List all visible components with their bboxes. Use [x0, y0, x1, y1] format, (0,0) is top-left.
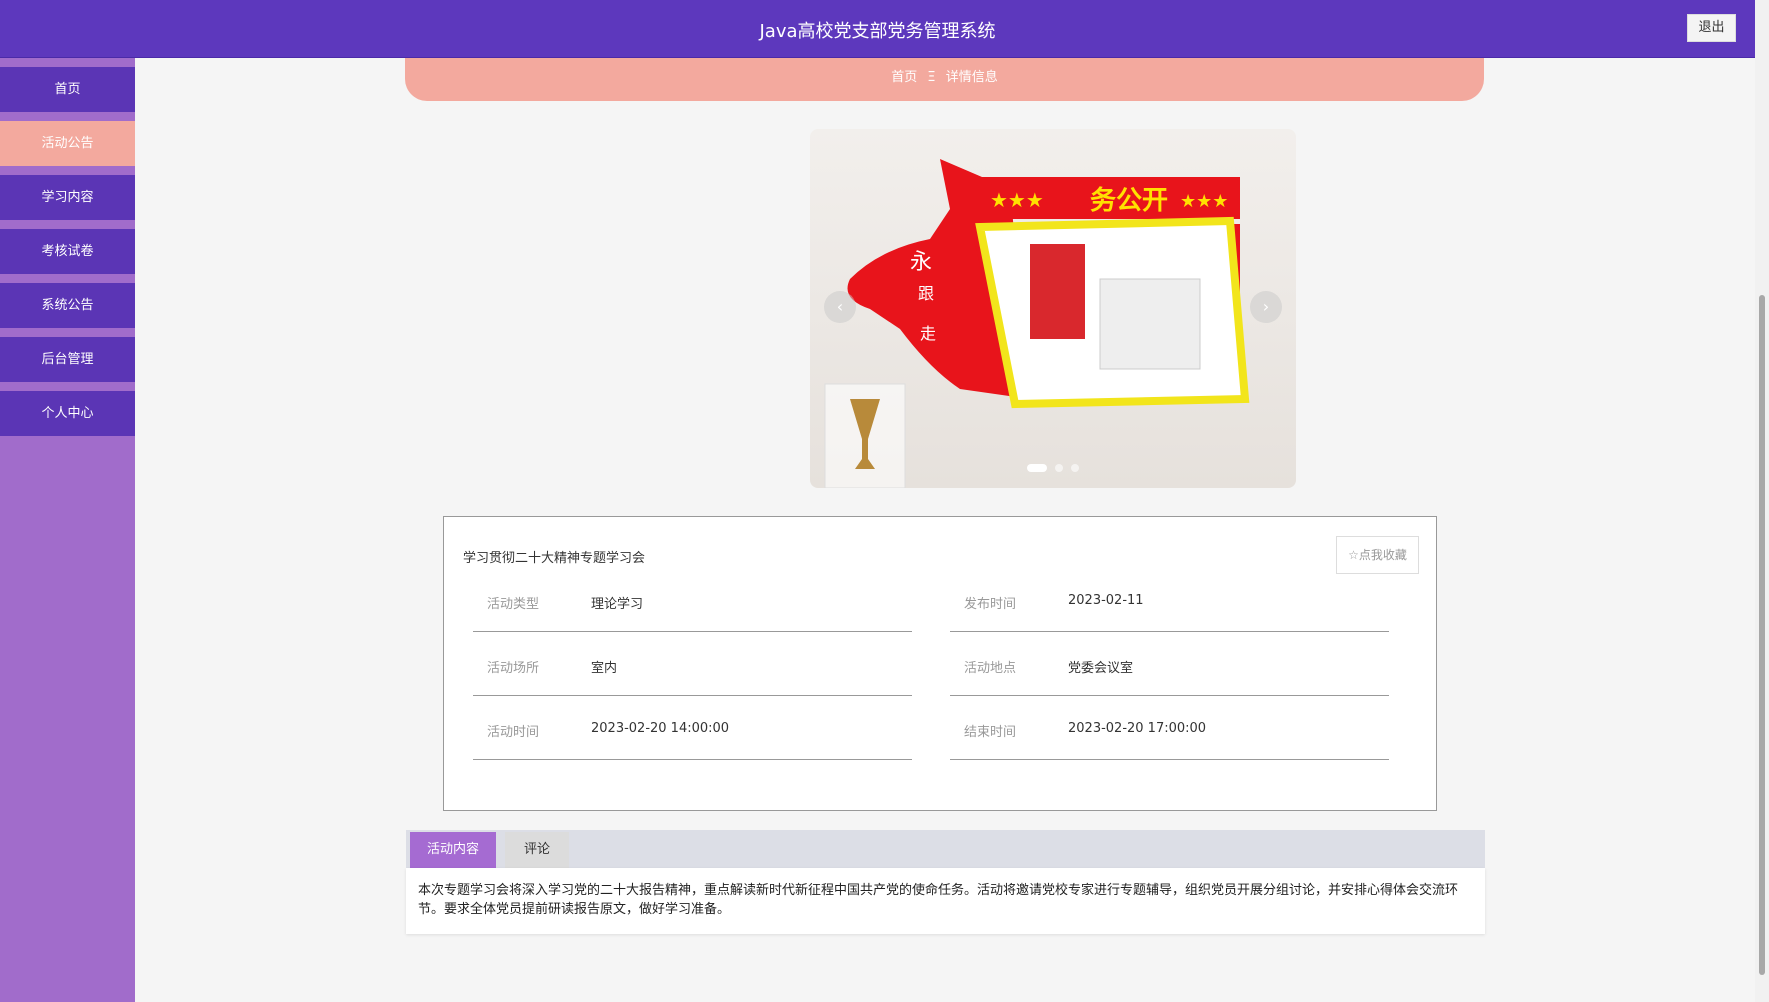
svg-text:跟: 跟 — [918, 284, 934, 303]
carousel-image: ★★★ 务公开 ★★★ 永 跟 走 — [824, 159, 1250, 488]
tab-comments[interactable]: 评论 — [505, 832, 569, 868]
logout-button[interactable]: 退出 — [1687, 14, 1736, 42]
breadcrumb-current: 详情信息 — [945, 70, 998, 85]
top-header: Java高校党支部党务管理系统 退出 — [0, 0, 1755, 58]
sidebar-item-activity[interactable]: 活动公告 — [0, 121, 135, 166]
field-label: 活动时间 — [487, 725, 540, 740]
svg-text:永: 永 — [910, 250, 932, 275]
sidebar-item-exam[interactable]: 考核试卷 — [0, 229, 135, 274]
sidebar-item-profile[interactable]: 个人中心 — [0, 391, 135, 436]
field-venue-type: 活动场所 室内 — [473, 631, 912, 696]
breadcrumb: 首页 Ξ 详情信息 — [405, 58, 1484, 101]
tab-activity-content[interactable]: 活动内容 — [410, 832, 496, 868]
page-scrollbar[interactable] — [1755, 0, 1769, 1002]
svg-text:务公开: 务公开 — [1090, 186, 1168, 216]
field-value: 理论学习 — [591, 597, 644, 612]
field-start-time: 活动时间 2023-02-20 14:00:00 — [473, 695, 912, 760]
carousel-dot[interactable] — [1071, 464, 1079, 472]
sidebar-item-home[interactable]: 首页 — [0, 67, 135, 112]
field-label: 活动场所 — [487, 661, 540, 676]
field-end-time: 结束时间 2023-02-20 17:00:00 — [950, 695, 1389, 760]
breadcrumb-separator: Ξ — [927, 70, 936, 85]
field-label: 发布时间 — [964, 597, 1017, 612]
carousel-indicators — [810, 457, 1296, 476]
field-publish-time: 发布时间 2023-02-11 — [950, 567, 1389, 632]
svg-text:走: 走 — [920, 324, 936, 343]
carousel-dot[interactable] — [1055, 464, 1063, 472]
field-value: 党委会议室 — [1068, 661, 1134, 676]
sidebar: 首页 活动公告 学习内容 考核试卷 系统公告 后台管理 个人中心 — [0, 58, 135, 1002]
field-value: 室内 — [591, 661, 618, 676]
field-value: 2023-02-20 17:00:00 — [1068, 721, 1207, 736]
field-activity-type: 活动类型 理论学习 — [473, 567, 912, 632]
app-title: Java高校党支部党务管理系统 — [759, 21, 996, 42]
activity-content-text: 本次专题学习会将深入学习党的二十大报告精神，重点解读新时代新征程中国共产党的使命… — [406, 868, 1485, 934]
carousel-next-button[interactable]: › — [1250, 291, 1282, 323]
carousel-prev-button[interactable]: ‹ — [824, 291, 856, 323]
content-tabs: 活动内容 评论 — [406, 830, 1485, 868]
image-carousel[interactable]: ★★★ 务公开 ★★★ 永 跟 走 ‹ › — [810, 129, 1296, 488]
field-value: 2023-02-20 14:00:00 — [591, 721, 730, 736]
svg-text:★★★: ★★★ — [1180, 191, 1228, 212]
sidebar-item-study[interactable]: 学习内容 — [0, 175, 135, 220]
field-label: 活动类型 — [487, 597, 540, 612]
detail-title: 学习贯彻二十大精神专题学习会 — [463, 551, 646, 566]
breadcrumb-home[interactable]: 首页 — [891, 70, 917, 85]
scrollbar-thumb[interactable] — [1759, 295, 1765, 975]
sidebar-item-admin[interactable]: 后台管理 — [0, 337, 135, 382]
field-label: 结束时间 — [964, 725, 1017, 740]
field-value: 2023-02-11 — [1068, 593, 1144, 608]
field-label: 活动地点 — [964, 661, 1017, 676]
sidebar-item-notice[interactable]: 系统公告 — [0, 283, 135, 328]
svg-text:★★★: ★★★ — [990, 188, 1044, 212]
field-location: 活动地点 党委会议室 — [950, 631, 1389, 696]
detail-card: 学习贯彻二十大精神专题学习会 ☆点我收藏 活动类型 理论学习 发布时间 2023-0… — [443, 516, 1437, 811]
carousel-dot[interactable] — [1027, 464, 1047, 472]
